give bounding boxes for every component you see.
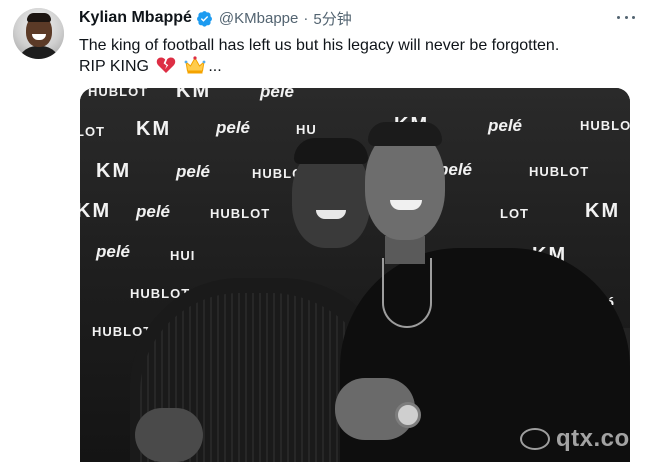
tweet-text-line-1: The king of football has left us but his… xyxy=(79,37,560,54)
watermark-text: qtx.com xyxy=(556,425,652,452)
backdrop-logo-pele: pelé xyxy=(136,202,171,221)
backdrop-logo-pele: pelé xyxy=(260,88,295,101)
tweet[interactable]: Kylian Mbappé @KMbappe · 5分钟 The king of… xyxy=(0,0,660,462)
backdrop-logo-hublot: HUBLOT xyxy=(88,88,149,99)
backdrop-logo-km: KM xyxy=(136,118,172,140)
tweet-text: The king of football has left us but his… xyxy=(79,35,639,77)
person-right-smile xyxy=(390,200,422,210)
broken-heart-icon xyxy=(156,56,176,74)
person-left-hand xyxy=(135,408,203,462)
tweet-text-rip: RIP KING xyxy=(79,58,149,75)
watermark-logo-icon xyxy=(520,428,550,450)
tweet-photo[interactable]: HUBLOT KM pelé LOT KM pelé HU KM pelé HU… xyxy=(80,88,630,462)
more-options-icon[interactable] xyxy=(617,10,635,24)
verified-badge-icon xyxy=(196,10,213,27)
backdrop-logo-hu: HUI xyxy=(170,248,196,263)
display-name[interactable]: Kylian Mbappé xyxy=(79,9,192,27)
backdrop-logo-km: KM xyxy=(585,200,621,222)
backdrop-logo-hublot: HUBLOT xyxy=(529,164,590,179)
tweet-header: Kylian Mbappé @KMbappe · 5分钟 xyxy=(79,8,352,28)
handle[interactable]: @KMbappe xyxy=(219,10,298,27)
backdrop-logo-lot: LOT xyxy=(80,124,105,139)
backdrop-logo-pele: pelé xyxy=(488,116,523,135)
backdrop-logo-pele: pelé xyxy=(96,242,131,261)
backdrop-logo-hublot: HUBLO xyxy=(580,118,630,133)
person-right-hair xyxy=(368,122,442,146)
tweet-text-ellipsis: ... xyxy=(208,58,222,75)
separator: · xyxy=(303,9,309,27)
backdrop-logo-km: KM xyxy=(96,160,132,182)
backdrop-logo-pele: pelé xyxy=(176,162,211,181)
person-left-smile xyxy=(316,210,346,219)
backdrop-logo-pele: pelé xyxy=(216,118,251,137)
backdrop-logo-km: KM xyxy=(176,88,212,102)
person-left-hair xyxy=(294,138,368,164)
watermark: qtx.com xyxy=(520,425,652,453)
timestamp[interactable]: 5分钟 xyxy=(313,8,351,29)
backdrop-logo-lot: LOT xyxy=(500,206,529,221)
avatar[interactable] xyxy=(13,8,64,59)
necklace xyxy=(382,258,432,328)
wristwatch xyxy=(395,402,421,428)
backdrop-logo-hu: HU xyxy=(296,122,317,137)
tweet-text-line-2: RIP KING ... xyxy=(79,56,639,77)
backdrop-logo-hublot: HUBLOT xyxy=(210,206,271,221)
backdrop-logo-km: KM xyxy=(80,200,112,222)
crown-icon xyxy=(184,56,206,74)
